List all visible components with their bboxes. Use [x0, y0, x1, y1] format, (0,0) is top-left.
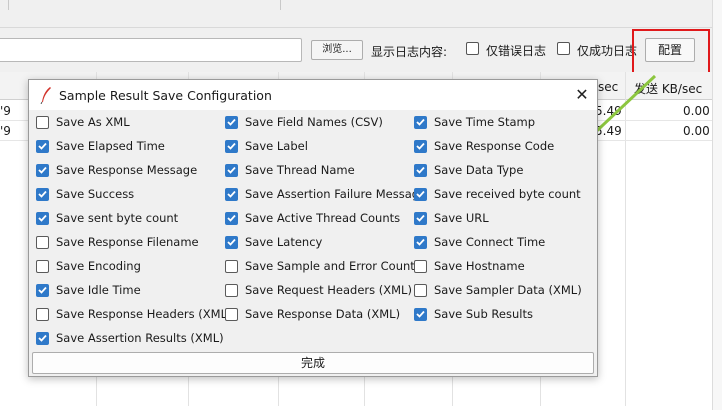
option-label: Save Label: [245, 139, 308, 153]
option-label: Save Elapsed Time: [56, 139, 165, 153]
option-save-response-message[interactable]: Save Response Message: [36, 161, 197, 179]
checkbox-unchecked[interactable]: [225, 307, 238, 321]
checkbox-checked[interactable]: [36, 283, 49, 297]
done-button[interactable]: 完成: [32, 352, 594, 374]
checkbox-unchecked[interactable]: [36, 259, 49, 273]
option-save-hostname[interactable]: Save Hostname: [414, 257, 525, 275]
option-save-assertion-failure-message[interactable]: Save Assertion Failure Message: [225, 185, 426, 203]
option-label: Save Active Thread Counts: [245, 211, 401, 225]
checkbox-checked[interactable]: [414, 211, 427, 225]
option-label: Save Idle Time: [56, 283, 141, 297]
checkbox-checked[interactable]: [414, 163, 427, 177]
option-label: Save Field Names (CSV): [245, 115, 383, 129]
option-save-sample-and-error-counts[interactable]: Save Sample and Error Counts: [225, 257, 421, 275]
option-save-as-xml[interactable]: Save As XML: [36, 113, 130, 131]
option-save-sampler-data-xml[interactable]: Save Sampler Data (XML): [414, 281, 582, 299]
option-label: Save Latency: [245, 235, 323, 249]
checkbox-unchecked[interactable]: [36, 115, 49, 129]
checkbox-unchecked[interactable]: [414, 259, 427, 273]
option-save-request-headers-xml[interactable]: Save Request Headers (XML): [225, 281, 412, 299]
checkbox-unchecked[interactable]: [225, 283, 238, 297]
dialog-title: Sample Result Save Configuration: [59, 88, 272, 103]
option-label: Save Sub Results: [434, 307, 533, 321]
save-config-dialog: Sample Result Save Configuration ✕ Save …: [28, 79, 598, 377]
checkbox-checked[interactable]: [225, 139, 238, 153]
option-label: Save Encoding: [56, 259, 141, 273]
option-save-latency[interactable]: Save Latency: [225, 233, 322, 251]
checkbox-unchecked[interactable]: [36, 235, 49, 249]
option-save-elapsed-time[interactable]: Save Elapsed Time: [36, 137, 165, 155]
option-save-idle-time[interactable]: Save Idle Time: [36, 281, 141, 299]
option-label: Save Sample and Error Counts: [245, 259, 421, 273]
checkbox-checked[interactable]: [36, 139, 49, 153]
checkbox-unchecked[interactable]: [36, 307, 49, 321]
option-save-response-filename[interactable]: Save Response Filename: [36, 233, 199, 251]
checkbox-checked[interactable]: [225, 187, 238, 201]
dialog-title-bar: Sample Result Save Configuration ✕: [29, 80, 597, 110]
option-save-thread-name[interactable]: Save Thread Name: [225, 161, 355, 179]
checkbox-unchecked[interactable]: [225, 259, 238, 273]
option-save-response-code[interactable]: Save Response Code: [414, 137, 554, 155]
option-label: Save received byte count: [434, 187, 581, 201]
feather-icon: [40, 87, 51, 104]
option-label: Save Response Headers (XML): [56, 307, 232, 321]
option-label: Save Assertion Results (XML): [56, 331, 224, 345]
option-save-connect-time[interactable]: Save Connect Time: [414, 233, 545, 251]
option-save-received-byte-count[interactable]: Save received byte count: [414, 185, 581, 203]
checkbox-checked[interactable]: [414, 115, 427, 129]
option-save-success[interactable]: Save Success: [36, 185, 134, 203]
checkbox-checked[interactable]: [36, 187, 49, 201]
option-save-label[interactable]: Save Label: [225, 137, 308, 155]
option-label: Save Thread Name: [245, 163, 355, 177]
checkbox-checked[interactable]: [414, 235, 427, 249]
option-label: Save Hostname: [434, 259, 525, 273]
checkbox-checked[interactable]: [36, 331, 49, 345]
option-save-active-thread-counts[interactable]: Save Active Thread Counts: [225, 209, 400, 227]
checkbox-checked[interactable]: [225, 163, 238, 177]
option-save-response-headers-xml[interactable]: Save Response Headers (XML): [36, 305, 231, 323]
checkbox-checked[interactable]: [414, 139, 427, 153]
option-save-time-stamp[interactable]: Save Time Stamp: [414, 113, 535, 131]
close-icon[interactable]: ✕: [572, 85, 592, 105]
option-label: Save Response Code: [434, 139, 555, 153]
option-label: Save Data Type: [434, 163, 524, 177]
checkbox-checked[interactable]: [225, 115, 238, 129]
option-label: Save Assertion Failure Message: [245, 187, 427, 201]
option-label: Save Response Message: [56, 163, 198, 177]
option-save-url[interactable]: Save URL: [414, 209, 489, 227]
option-label: Save Connect Time: [434, 235, 546, 249]
option-save-field-names-csv[interactable]: Save Field Names (CSV): [225, 113, 383, 131]
checkbox-checked[interactable]: [225, 211, 238, 225]
option-save-assertion-results-xml[interactable]: Save Assertion Results (XML): [36, 329, 224, 347]
option-save-encoding[interactable]: Save Encoding: [36, 257, 141, 275]
option-label: Save sent byte count: [56, 211, 179, 225]
checkbox-unchecked[interactable]: [414, 283, 427, 297]
checkbox-checked[interactable]: [36, 211, 49, 225]
option-label: Save Response Filename: [56, 235, 199, 249]
option-label: Save Time Stamp: [434, 115, 536, 129]
option-label: Save As XML: [56, 115, 130, 129]
option-save-data-type[interactable]: Save Data Type: [414, 161, 523, 179]
option-save-response-data-xml[interactable]: Save Response Data (XML): [225, 305, 400, 323]
option-label: Save URL: [434, 211, 489, 225]
checkbox-checked[interactable]: [225, 235, 238, 249]
option-label: Save Request Headers (XML): [245, 283, 412, 297]
checkbox-checked[interactable]: [36, 163, 49, 177]
option-label: Save Success: [56, 187, 135, 201]
option-label: Save Response Data (XML): [245, 307, 401, 321]
option-label: Save Sampler Data (XML): [434, 283, 582, 297]
option-save-sent-byte-count[interactable]: Save sent byte count: [36, 209, 178, 227]
checkbox-checked[interactable]: [414, 187, 427, 201]
checkbox-checked[interactable]: [414, 307, 427, 321]
option-save-sub-results[interactable]: Save Sub Results: [414, 305, 533, 323]
